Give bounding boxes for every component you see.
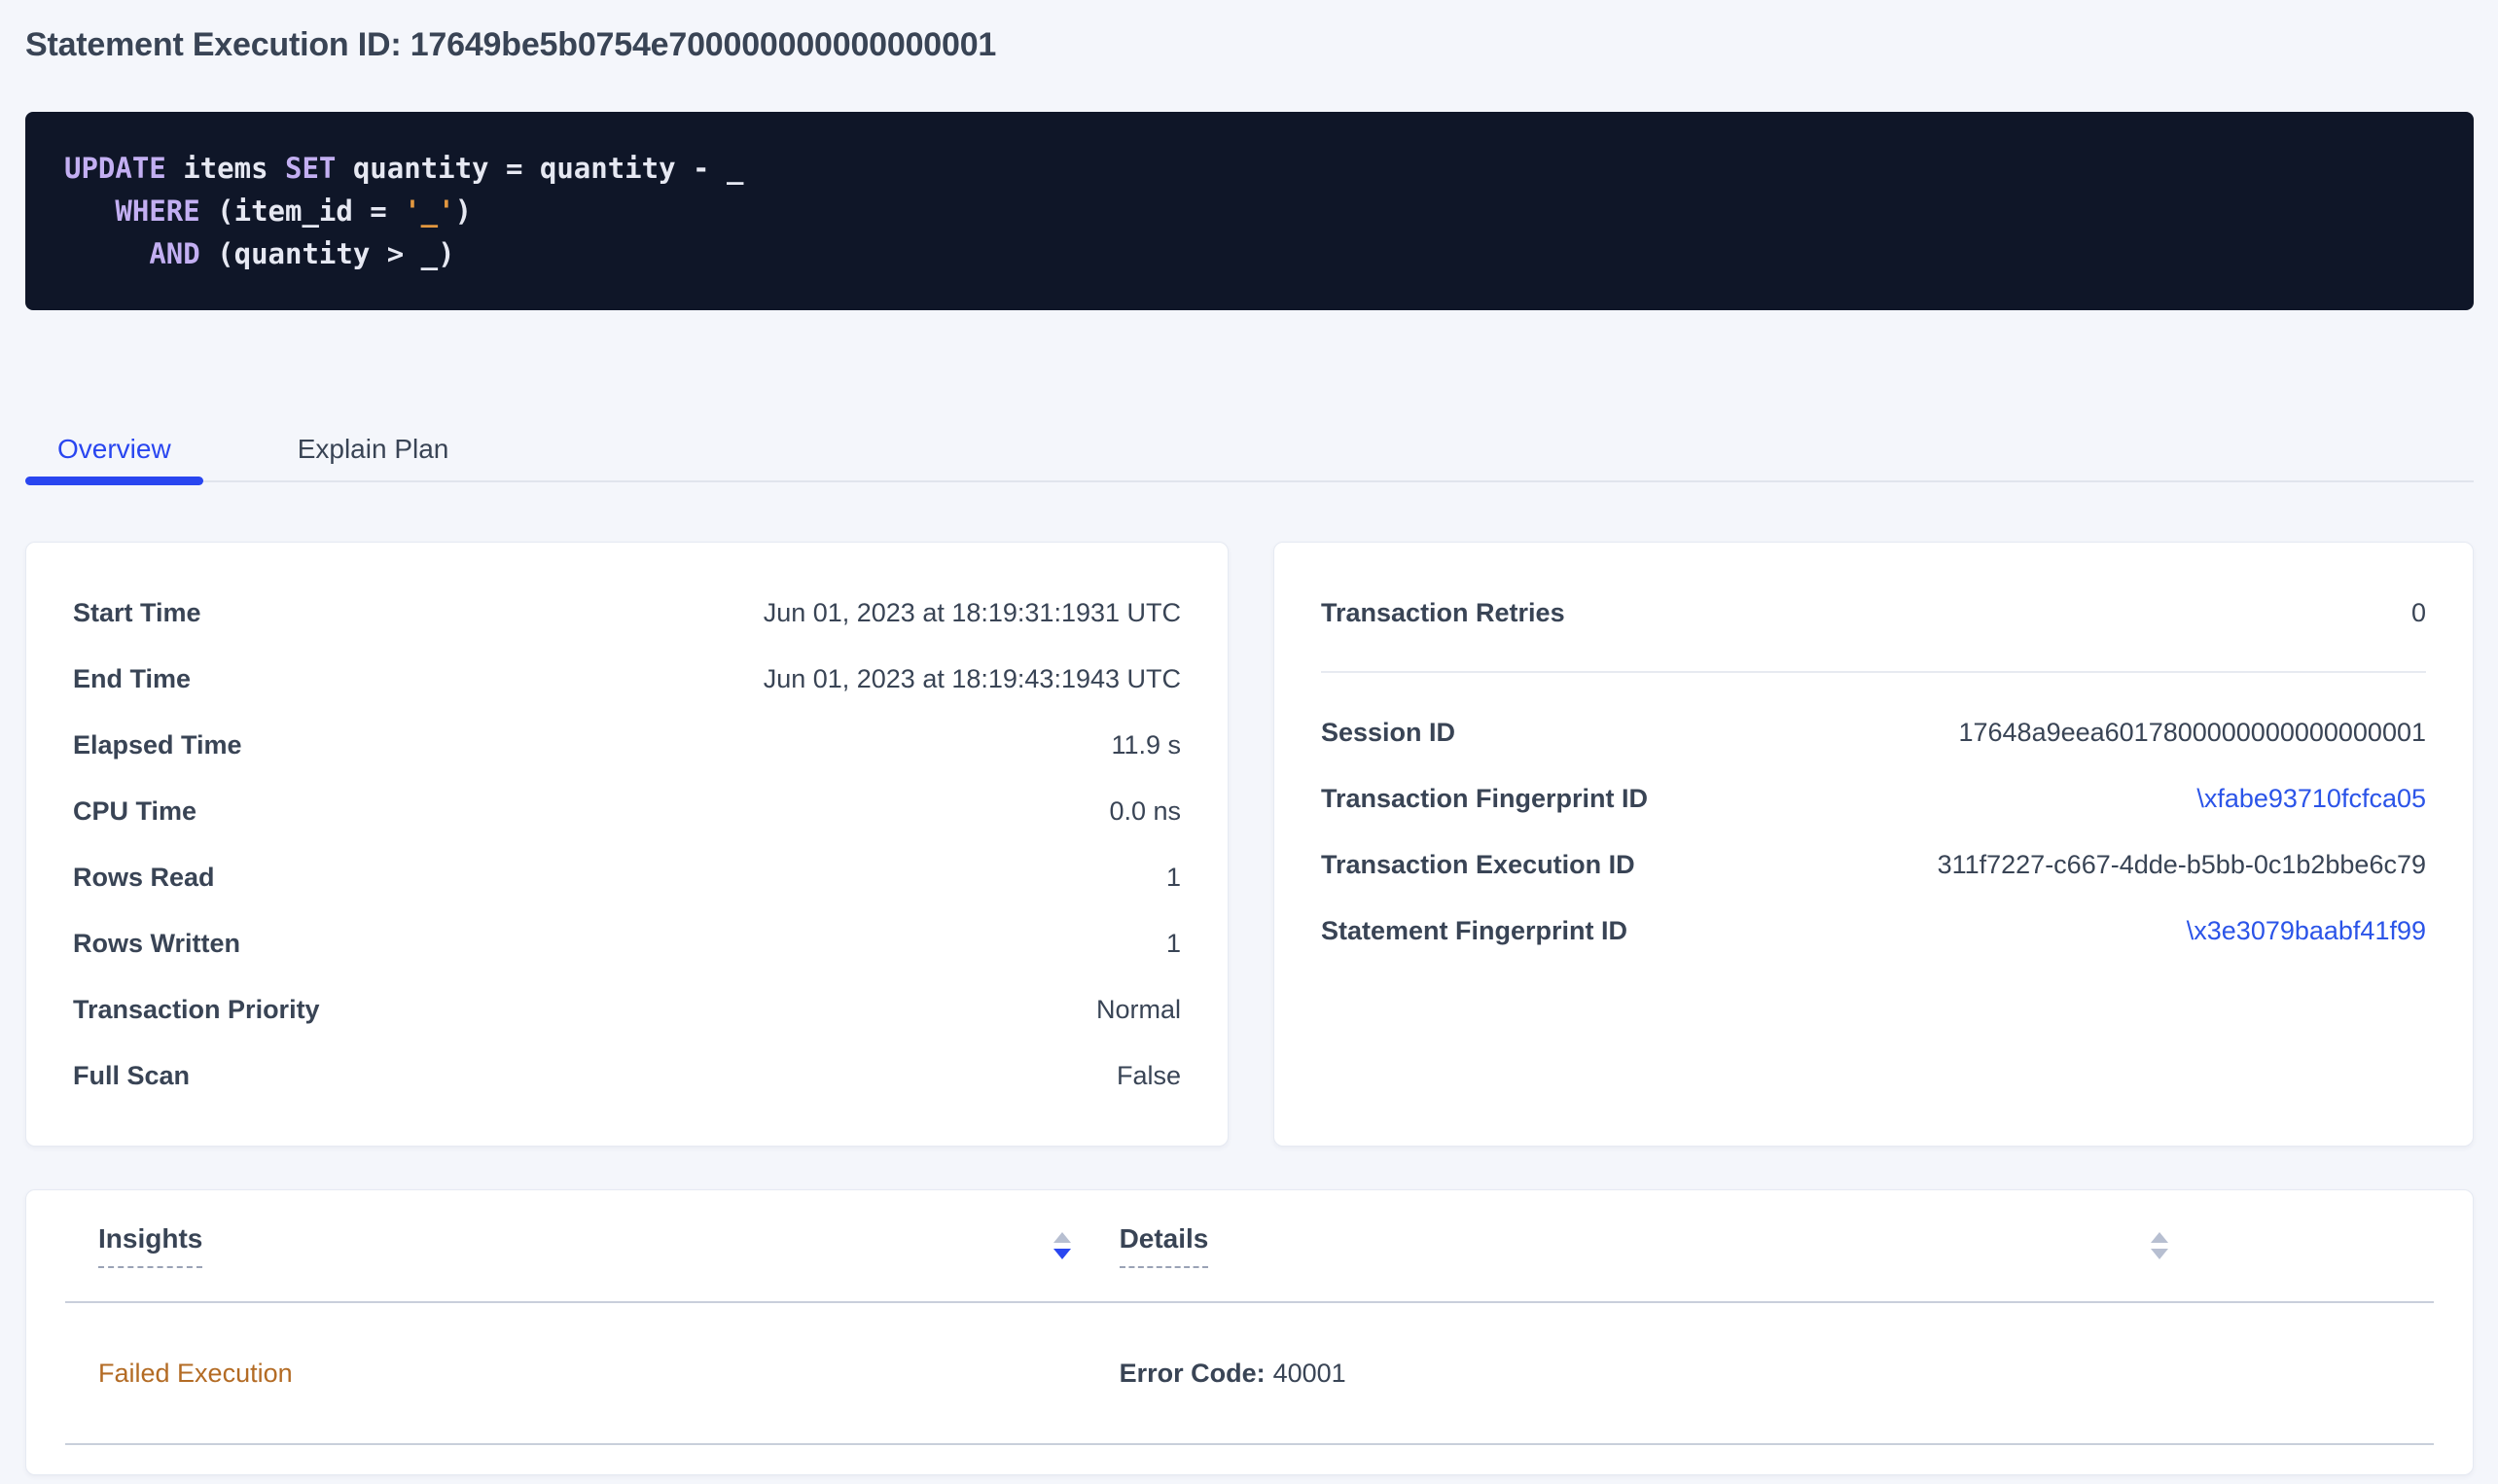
column-label-insights[interactable]: Insights [98,1223,202,1268]
stat-label: CPU Time [73,796,196,827]
tab-label: Explain Plan [298,434,449,465]
stat-value: Jun 01, 2023 at 18:19:43:1943 UTC [764,664,1181,694]
page-title: Statement Execution ID: 17649be5b0754e70… [25,21,2474,68]
stat-label: Session ID [1321,718,1455,748]
stat-label: Start Time [73,598,201,628]
stat-row-transaction-priority: Transaction Priority Normal [73,976,1181,1042]
transaction-id-rows: Session ID 17648a9eea60178000000000000000… [1321,699,2426,964]
stat-value: 1 [1166,863,1181,893]
stat-row-full-scan: Full Scan False [73,1042,1181,1109]
stat-label: Elapsed Time [73,730,242,760]
summary-cards-row: Start Time Jun 01, 2023 at 18:19:31:1931 … [25,542,2474,1147]
stat-label: Transaction Retries [1321,598,1565,628]
column-label-details[interactable]: Details [1120,1223,1209,1268]
error-code-text: Error Code:40001 [1120,1359,1346,1389]
stat-value: Jun 01, 2023 at 18:19:31:1931 UTC [764,598,1181,628]
sql-line: UPDATE items SET quantity = quantity - _ [64,147,2435,190]
card-divider [1321,671,2426,673]
stat-value: 311f7227-c667-4dde-b5bb-0c1b2bbe6c79 [1938,850,2426,880]
sql-line: WHERE (item_id = '_') [64,190,2435,232]
stat-row-end-time: End Time Jun 01, 2023 at 18:19:43:1943 UT… [73,646,1181,712]
tab-explain-plan[interactable]: Explain Plan [266,418,482,480]
stat-label: Statement Fingerprint ID [1321,916,1627,946]
tab-bar: Overview Explain Plan [25,418,2474,482]
detail-cell: Error Code:40001 [1120,1359,2181,1389]
stat-row-start-time: Start Time Jun 01, 2023 at 18:19:31:1931 … [73,580,1181,646]
stat-label: End Time [73,664,191,694]
transaction-fingerprint-id-link[interactable]: \xfabe93710fcfca05 [2196,784,2426,814]
sql-statement-box: UPDATE items SET quantity = quantity - _… [25,112,2474,310]
stat-value: 17648a9eea6017800000000000000001 [1958,718,2426,748]
statement-execution-details-page: Statement Execution ID: 17649be5b0754e70… [0,21,2498,1475]
stat-label: Full Scan [73,1061,190,1091]
stat-label: Transaction Execution ID [1321,850,1635,880]
overview-stats-card: Start Time Jun 01, 2023 at 18:19:31:1931 … [25,542,1229,1147]
stat-row-transaction-fingerprint-id: Transaction Fingerprint ID \xfabe93710fcf… [1321,765,2426,831]
column-header-insights[interactable]: Insights [65,1223,1120,1268]
error-code-value: 40001 [1273,1359,1346,1388]
stat-row-elapsed-time: Elapsed Time 11.9 s [73,712,1181,778]
tab-label: Overview [57,434,171,465]
insights-table-card: Insights Details Failed Execution Error … [25,1189,2474,1475]
stat-label: Rows Read [73,863,215,893]
stat-value: 1 [1166,929,1181,959]
tab-overview[interactable]: Overview [25,418,203,480]
column-header-details[interactable]: Details [1120,1223,2181,1268]
stat-row-statement-fingerprint-id: Statement Fingerprint ID \x3e3079baabf41f… [1321,898,2426,964]
insight-cell: Failed Execution [65,1359,1120,1389]
sql-line: AND (quantity > _) [64,232,2435,275]
stat-label: Transaction Priority [73,995,320,1025]
stat-row-rows-written: Rows Written 1 [73,910,1181,976]
sort-icon-details[interactable] [2151,1232,2168,1259]
stat-row-cpu-time: CPU Time 0.0 ns [73,778,1181,844]
insight-type-label: Failed Execution [98,1359,293,1389]
stat-row-transaction-execution-id: Transaction Execution ID 311f7227-c667-4d… [1321,831,2426,898]
error-code-label: Error Code: [1120,1359,1266,1388]
stat-value: Normal [1096,995,1181,1025]
insight-table-row: Failed Execution Error Code:40001 [65,1303,2434,1445]
stat-row-rows-read: Rows Read 1 [73,844,1181,910]
stat-label: Rows Written [73,929,240,959]
insights-table-header: Insights Details [65,1190,2434,1303]
transaction-stats-card: Transaction Retries 0 Session ID 17648a9e… [1273,542,2474,1147]
sort-icon-insights[interactable] [1053,1232,1071,1259]
stat-value: 0.0 ns [1109,796,1181,827]
stat-value: False [1117,1061,1181,1091]
stat-row-transaction-retries: Transaction Retries 0 [1321,580,2426,646]
stat-label: Transaction Fingerprint ID [1321,784,1648,814]
statement-fingerprint-id-link[interactable]: \x3e3079baabf41f99 [2187,916,2426,946]
stat-row-session-id: Session ID 17648a9eea60178000000000000000… [1321,699,2426,765]
stat-value: 11.9 s [1111,730,1181,760]
stat-value: 0 [2411,598,2426,628]
